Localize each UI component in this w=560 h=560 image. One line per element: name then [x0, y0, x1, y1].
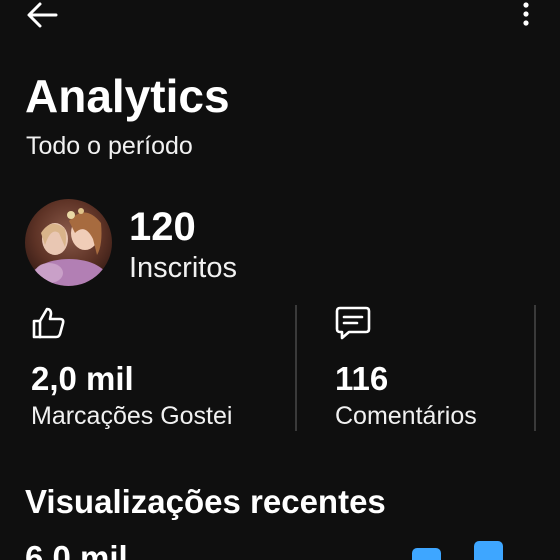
channel-avatar[interactable]: [25, 199, 112, 286]
analytics-screen: Analytics Todo o período 120 Inscritos 2…: [0, 0, 560, 560]
likes-label: Marcações Gostei: [31, 402, 233, 430]
recent-views-value: 6,0 mil: [25, 539, 128, 560]
comment-icon: [335, 305, 371, 341]
period-label: Todo o período: [26, 132, 193, 160]
views-chart-bar: [412, 548, 441, 560]
stat-divider: [295, 305, 297, 431]
back-button[interactable]: [26, 0, 62, 30]
likes-value: 2,0 mil: [31, 360, 134, 397]
views-chart-bar: [474, 541, 503, 560]
comments-card[interactable]: 116 Comentários: [335, 305, 525, 431]
thumbs-up-icon: [31, 305, 67, 341]
more-vertical-icon: [523, 2, 529, 26]
avatar-image: [25, 199, 112, 286]
subscribers-count: 120: [129, 205, 196, 249]
comments-label: Comentários: [335, 402, 477, 430]
comments-value: 116: [335, 360, 389, 397]
stat-divider-right: [534, 305, 536, 431]
arrow-left-icon: [27, 2, 58, 28]
recent-views-title: Visualizações recentes: [25, 483, 386, 520]
more-options-button[interactable]: [512, 0, 540, 30]
likes-card[interactable]: 2,0 mil Marcações Gostei: [31, 305, 281, 431]
top-bar: [0, 0, 560, 34]
page-title: Analytics: [25, 70, 230, 122]
subscribers-label: Inscritos: [129, 252, 237, 284]
